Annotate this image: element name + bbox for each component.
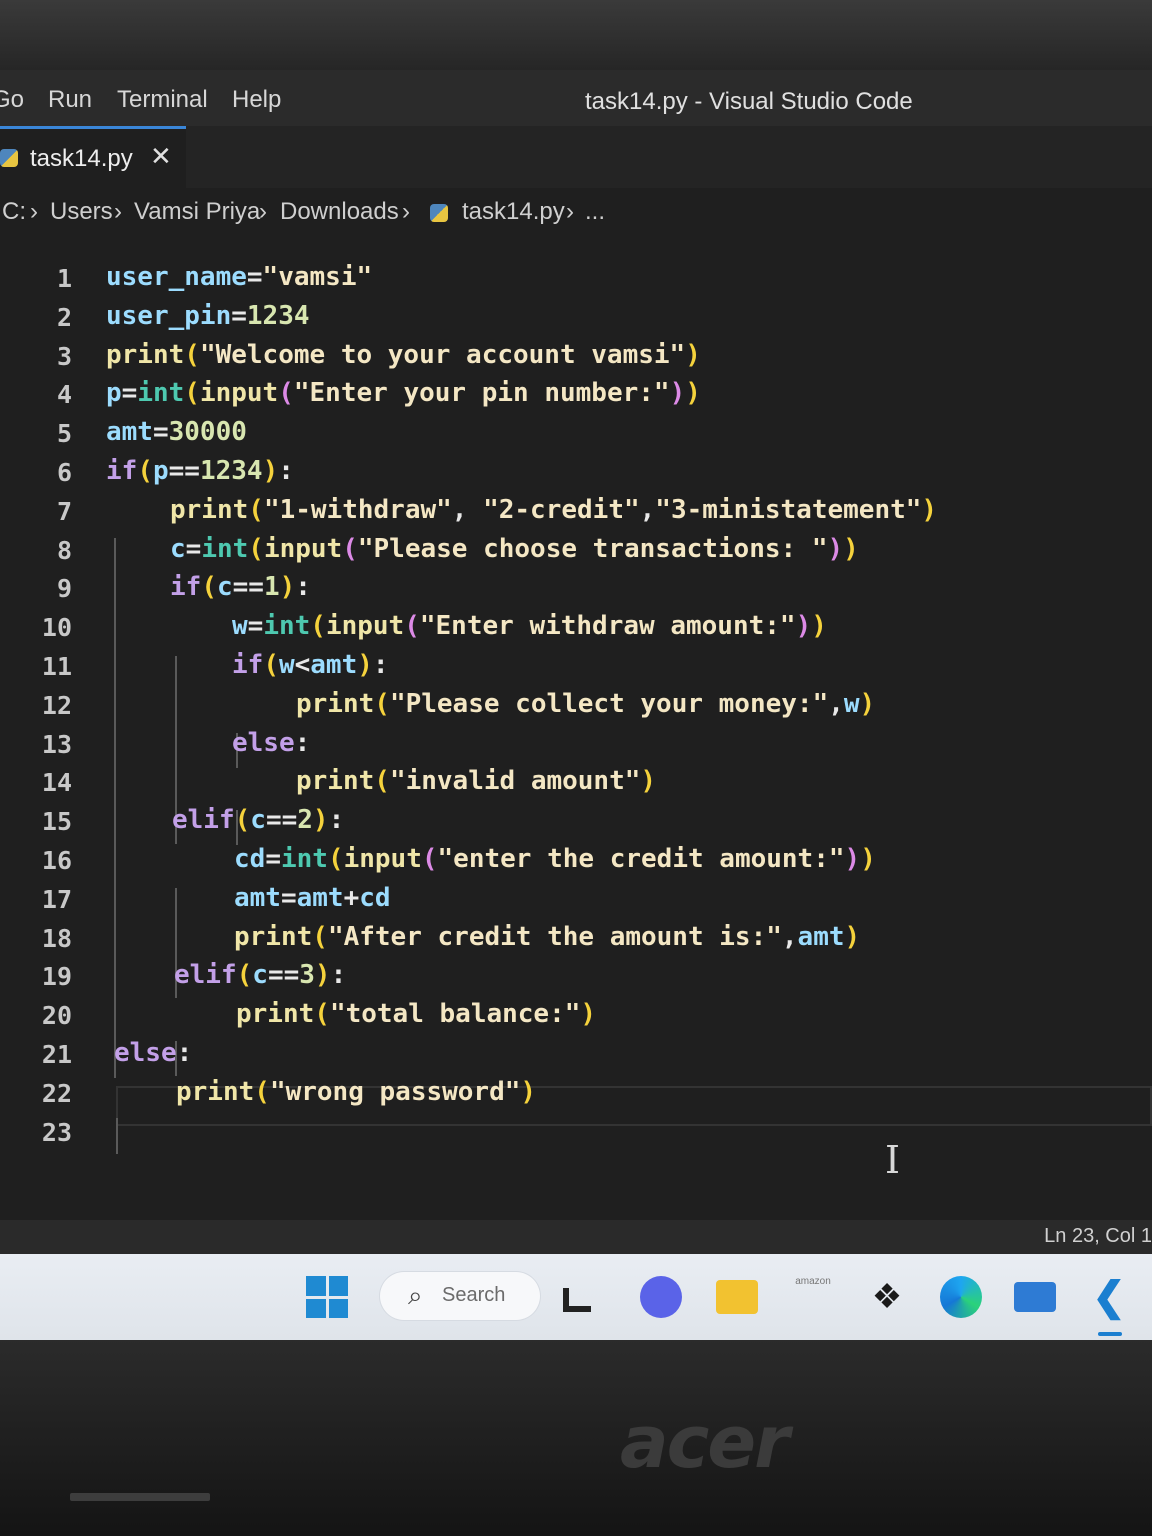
chevron-right-icon: › — [566, 198, 574, 225]
code-line: print("After credit the amount is:",amt) — [234, 921, 861, 952]
menu-terminal[interactable]: Terminal — [117, 86, 208, 114]
menu-run[interactable]: Run — [48, 86, 92, 114]
dropbox-icon[interactable]: ❖ — [866, 1276, 908, 1318]
code-line: else: — [232, 727, 311, 758]
code-line: print("1-withdraw", "2-credit","3-minist… — [170, 494, 938, 525]
line-number: 17 — [41, 884, 72, 914]
code-line: c=int(input("Please choose transactions:… — [170, 533, 859, 564]
active-app-indicator — [1098, 1332, 1122, 1336]
laptop-bezel-top — [0, 0, 1152, 70]
python-file-icon — [0, 149, 18, 167]
brand-logo: acer — [620, 1400, 790, 1484]
line-number: 1 — [56, 264, 72, 293]
line-number: 16 — [41, 846, 72, 875]
text-cursor-icon: I — [885, 1138, 901, 1182]
code-line: if(p==1234): — [106, 456, 294, 486]
code-line: amt=30000 — [106, 417, 247, 448]
code-line: print("Welcome to your account vamsi") — [106, 339, 701, 370]
menu-go[interactable]: Go — [0, 86, 24, 114]
line-number: 18 — [41, 923, 72, 953]
indent-guide — [116, 1118, 118, 1154]
code-line: if(w<amt): — [232, 650, 389, 680]
menu-bar: Go Run Terminal Help task14.py - Visual … — [0, 70, 1152, 126]
code-line: user_pin=1234 — [106, 300, 310, 331]
code-line: if(c==1): — [170, 572, 311, 603]
code-line: p=int(input("Enter your pin number:")) — [106, 378, 701, 409]
breadcrumb-symbols[interactable]: ... — [585, 198, 605, 226]
tab-bar: task14.py ✕ — [0, 126, 1152, 188]
line-number: 21 — [41, 1040, 72, 1069]
status-bar: Ln 23, Col 1 — [0, 1220, 1152, 1254]
amazon-icon[interactable]: amazon — [792, 1276, 834, 1318]
screen: Go Run Terminal Help task14.py - Visual … — [0, 70, 1152, 1340]
code-line: amt=amt+cd — [234, 882, 391, 913]
window-title: task14.py - Visual Studio Code — [585, 88, 913, 115]
line-number: 14 — [41, 768, 72, 798]
line-number: 23 — [41, 1117, 72, 1147]
code-line: elif(c==3): — [174, 960, 347, 991]
vscode-icon[interactable]: ❮ — [1088, 1276, 1130, 1318]
chevron-right-icon: › — [114, 198, 122, 225]
chevron-right-icon: › — [402, 198, 410, 225]
line-number: 7 — [56, 496, 72, 526]
line-number: 15 — [41, 807, 72, 837]
widgets-icon[interactable] — [563, 1288, 591, 1312]
tab-task14[interactable]: task14.py ✕ — [0, 126, 186, 188]
file-explorer-icon[interactable] — [716, 1280, 758, 1314]
breadcrumb: C: › Users › Vamsi Priya › Downloads › t… — [0, 188, 1152, 238]
chevron-right-icon: › — [259, 198, 267, 225]
code-line: w=int(input("Enter withdraw amount:")) — [232, 611, 827, 642]
menu-help[interactable]: Help — [232, 86, 281, 114]
breadcrumb-drive[interactable]: C: — [2, 198, 26, 226]
line-number: 12 — [41, 690, 72, 720]
code-editor[interactable]: 1 2 3 4 5 6 7 8 9 10 11 12 13 14 15 16 17 18 19 20 21 22 23 us… — [0, 238, 1152, 1218]
taskbar: ⌕ Search amazon ❖ ❮ — [0, 1254, 1152, 1340]
laptop-bezel-bottom: acer — [0, 1340, 1152, 1536]
line-number: 2 — [56, 302, 72, 332]
line-number: 19 — [41, 962, 72, 992]
code-line: cd=int(input("enter the credit amount:")… — [234, 844, 876, 874]
code-line: elif(c==2): — [172, 805, 345, 836]
edge-icon[interactable] — [940, 1276, 982, 1318]
indent-guide — [114, 538, 116, 1078]
chevron-right-icon: › — [30, 198, 38, 225]
line-number: 13 — [41, 729, 72, 759]
line-number: 10 — [41, 613, 72, 643]
windows-start-icon[interactable] — [306, 1276, 348, 1318]
chat-icon[interactable] — [640, 1276, 682, 1318]
tab-label: task14.py — [30, 145, 133, 172]
line-number: 9 — [56, 574, 72, 604]
close-icon[interactable]: ✕ — [150, 141, 172, 172]
line-number: 20 — [41, 1001, 72, 1031]
line-number: 6 — [56, 458, 72, 487]
line-number: 4 — [56, 380, 72, 410]
search-placeholder: Search — [442, 1284, 506, 1306]
code-line: print("wrong password") — [176, 1076, 537, 1107]
cursor-position[interactable]: Ln 23, Col 1 — [1044, 1225, 1152, 1248]
line-number: 3 — [56, 341, 72, 371]
mail-icon[interactable] — [1014, 1282, 1056, 1312]
breadcrumb-file[interactable]: task14.py — [462, 198, 565, 226]
code-line: user_name="vamsi" — [106, 262, 373, 292]
search-icon: ⌕ — [408, 1280, 423, 1310]
amazon-label: amazon — [795, 1276, 831, 1287]
code-line: print("invalid amount") — [296, 766, 657, 797]
code-line: else: — [114, 1038, 193, 1068]
breadcrumb-users[interactable]: Users — [50, 198, 113, 226]
code-line: print("Please collect your money:",w) — [296, 688, 876, 719]
breadcrumb-downloads[interactable]: Downloads — [280, 198, 399, 226]
line-number: 5 — [56, 419, 72, 449]
bezel-slot — [70, 1493, 210, 1501]
taskbar-search[interactable]: ⌕ Search — [380, 1272, 540, 1320]
code-line: print("total balance:") — [236, 999, 597, 1030]
line-number: 22 — [41, 1078, 72, 1108]
line-number: 8 — [56, 535, 72, 565]
line-number: 11 — [41, 652, 72, 681]
python-file-icon — [430, 204, 448, 222]
breadcrumb-user-folder[interactable]: Vamsi Priya — [134, 198, 260, 226]
